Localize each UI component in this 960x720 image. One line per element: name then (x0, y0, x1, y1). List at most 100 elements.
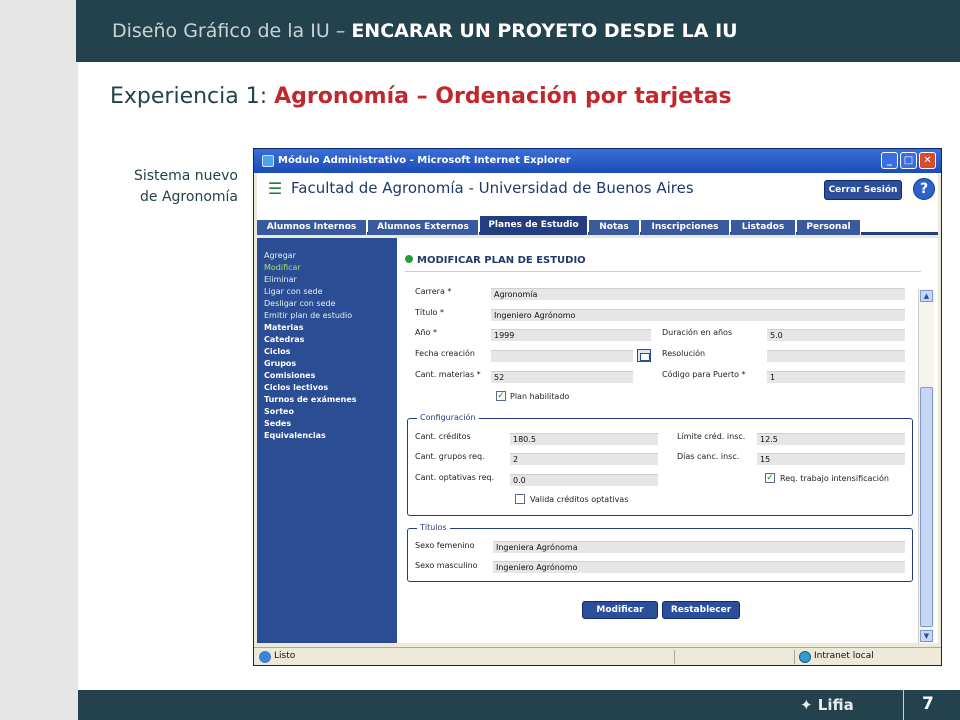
window-titlebar: Módulo Administrativo - Microsoft Intern… (254, 149, 941, 173)
tab-personal[interactable]: Personal (797, 220, 861, 235)
sidebar-item-materias[interactable]: Materias (264, 322, 303, 333)
sidebar-item-catedras[interactable]: Catedras (264, 334, 304, 345)
sidebar: Agregar Modificar Eliminar Ligar con sed… (257, 238, 397, 643)
sidebar-item-comisiones[interactable]: Comisiones (264, 370, 315, 381)
configuracion-legend: Configuración (417, 413, 479, 422)
sexo-masculino-field[interactable]: Ingeniero Agrónomo (493, 561, 905, 573)
cant-optativas-label: Cant. optativas req. (415, 473, 495, 482)
sidebar-item-sedes[interactable]: Sedes (264, 418, 291, 429)
tab-planes-de-estudio[interactable]: Planes de Estudio (480, 216, 588, 235)
sidebar-item-ciclos[interactable]: Ciclos (264, 346, 290, 357)
sidebar-item-ligar-con-sede[interactable]: Ligar con sede (264, 286, 323, 297)
help-icon[interactable]: ? (913, 178, 935, 200)
req-trabajo-checkbox[interactable]: ✓ (765, 473, 775, 483)
ie-icon (262, 155, 274, 167)
sidebar-item-grupos[interactable]: Grupos (264, 358, 296, 369)
scroll-up-icon[interactable]: ▲ (920, 290, 933, 302)
subtitle-highlight: Agronomía – Ordenación por tarjetas (274, 84, 732, 109)
fecha-creacion-label: Fecha creación (415, 349, 475, 358)
tab-notas[interactable]: Notas (589, 220, 640, 235)
duracion-field[interactable]: 5.0 (767, 329, 905, 341)
page-number: 7 (922, 694, 934, 714)
tab-alumnos-externos[interactable]: Alumnos Externos (368, 220, 479, 235)
limite-cred-label: Límite créd. insc. (677, 432, 746, 441)
cant-materias-label: Cant. materias * (415, 370, 481, 379)
leaf-logo-icon: ☰ (267, 179, 283, 198)
footer-divider (903, 690, 904, 720)
sidebar-item-eliminar[interactable]: Eliminar (264, 274, 297, 285)
tab-inscripciones[interactable]: Inscripciones (641, 220, 730, 235)
main-form-area: MODIFICAR PLAN DE ESTUDIO Carrera * Agro… (397, 238, 938, 643)
anio-field[interactable]: 1999 (491, 329, 651, 341)
tab-listados[interactable]: Listados (731, 220, 796, 235)
cant-materias-field[interactable]: 52 (491, 371, 633, 383)
plan-habilitado-checkbox[interactable]: ✓ (496, 391, 506, 401)
form-divider (405, 271, 921, 272)
valida-creditos-checkbox[interactable] (515, 494, 525, 504)
titulos-legend: Títulos (417, 523, 450, 532)
dias-canc-field[interactable]: 15 (757, 453, 905, 465)
plan-habilitado-label: Plan habilitado (510, 392, 570, 401)
cant-grupos-label: Cant. grupos req. (415, 452, 485, 461)
brand-text: Lifia (817, 696, 854, 714)
window-title: Módulo Administrativo - Microsoft Intern… (278, 155, 571, 166)
titulo-field[interactable]: Ingeniero Agrónomo (491, 309, 905, 321)
cant-optativas-field[interactable]: 0.0 (510, 474, 658, 486)
fecha-creacion-field[interactable] (491, 350, 633, 362)
slide-header: Diseño Gráfico de la IU – ENCARAR UN PRO… (0, 0, 960, 62)
limite-cred-field[interactable]: 12.5 (757, 433, 905, 445)
tab-alumnos-internos[interactable]: Alumnos Internos (257, 220, 367, 235)
logout-button[interactable]: Cerrar Sesión (824, 180, 902, 200)
slide-note: Sistema nuevo de Agronomía (88, 166, 238, 208)
scroll-thumb[interactable] (920, 387, 933, 627)
minimize-button[interactable]: _ (881, 152, 898, 169)
header-title-bold: ENCARAR UN PROYETO DESDE LA IU (351, 20, 738, 42)
page-status-icon (259, 651, 271, 663)
req-trabajo-label: Req. trabajo intensificación (780, 474, 889, 483)
cant-creditos-field[interactable]: 180.5 (510, 433, 658, 445)
header-left-square (0, 0, 78, 62)
slide-left-strip (0, 0, 78, 690)
valida-creditos-label: Valida créditos optativas (530, 495, 629, 504)
sidebar-item-modificar[interactable]: Modificar (264, 262, 301, 273)
note-line-2: de Agronomía (140, 189, 238, 205)
sidebar-item-desligar-con-sede[interactable]: Desligar con sede (264, 298, 336, 309)
codigo-puerto-field[interactable]: 1 (767, 371, 905, 383)
app-title: Facultad de Agronomía - Universidad de B… (291, 179, 694, 197)
carrera-field[interactable]: Agronomía (491, 288, 905, 300)
sidebar-item-ciclos-lectivos[interactable]: Ciclos lectivos (264, 382, 328, 393)
scroll-down-icon[interactable]: ▼ (920, 630, 933, 642)
anio-label: Año * (415, 328, 437, 337)
status-divider (674, 650, 675, 664)
resolucion-field[interactable] (767, 350, 905, 362)
sidebar-item-equivalencias[interactable]: Equivalencias (264, 430, 326, 441)
zone-text: Intranet local (814, 651, 874, 661)
vertical-scrollbar[interactable]: ▲ ▼ (918, 289, 934, 644)
dias-canc-label: Días canc. insc. (677, 452, 740, 461)
sexo-femenino-label: Sexo femenino (415, 541, 475, 550)
sexo-femenino-field[interactable]: Ingeniera Agrónoma (493, 541, 905, 553)
status-divider (794, 650, 795, 664)
lifia-logo: ✦ Lifia (800, 696, 854, 714)
form-title-text: MODIFICAR PLAN DE ESTUDIO (417, 255, 586, 266)
sidebar-item-turnos-examenes[interactable]: Turnos de exámenes (264, 394, 357, 405)
titulo-label: Título * (415, 308, 444, 317)
status-text: Listo (274, 651, 296, 661)
form-title: MODIFICAR PLAN DE ESTUDIO (405, 255, 586, 266)
slide-subtitle: Experiencia 1: Agronomía – Ordenación po… (110, 84, 732, 109)
sidebar-item-sorteo[interactable]: Sorteo (264, 406, 294, 417)
calendar-icon[interactable] (637, 349, 651, 362)
carrera-label: Carrera * (415, 287, 452, 296)
codigo-puerto-label: Código para Puerto * (662, 370, 746, 379)
modify-button[interactable]: Modificar (582, 601, 658, 619)
maximize-button[interactable]: □ (900, 152, 917, 169)
slide-footer: ✦ Lifia 7 (0, 690, 960, 720)
cant-grupos-field[interactable]: 2 (510, 453, 658, 465)
close-button[interactable]: ✕ (919, 152, 936, 169)
tab-bar: Alumnos Internos Alumnos Externos Planes… (257, 207, 938, 235)
browser-window: Módulo Administrativo - Microsoft Intern… (253, 148, 942, 666)
reset-button[interactable]: Restablecer (662, 601, 740, 619)
sidebar-item-agregar[interactable]: Agregar (264, 250, 296, 261)
sidebar-item-emitir-plan[interactable]: Emitir plan de estudio (264, 310, 352, 321)
footer-left-square (0, 690, 78, 720)
